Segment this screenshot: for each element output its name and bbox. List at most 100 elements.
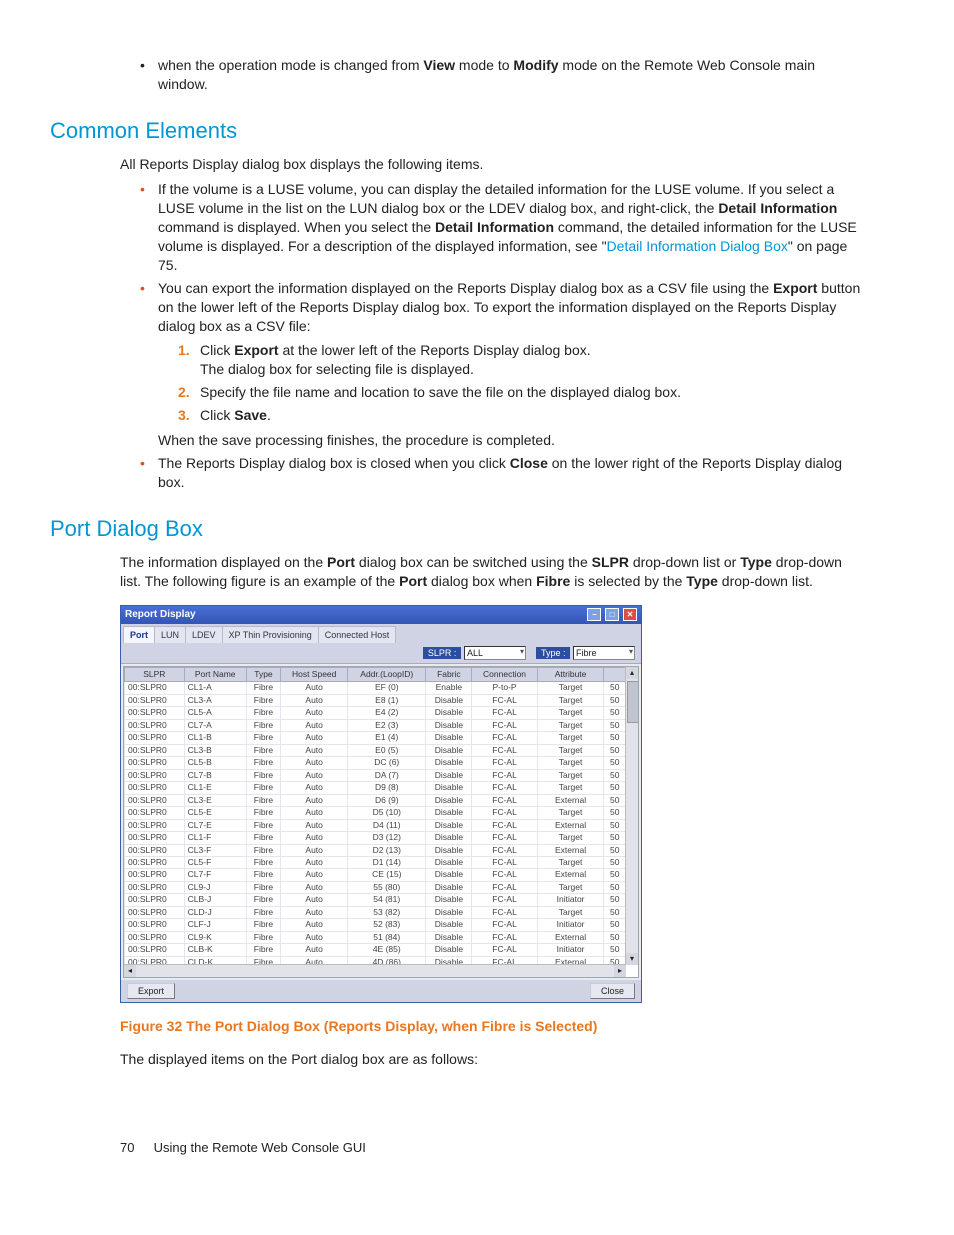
table-row[interactable]: 00:SLPR0CL3-EFibreAutoD6 (9)DisableFC-AL…: [125, 794, 626, 806]
dialog-titlebar[interactable]: Report Display – □ ✕: [121, 606, 641, 624]
cell: E4 (2): [348, 707, 426, 719]
text: Close: [510, 455, 548, 471]
cell: Disable: [426, 819, 472, 831]
cell: Disable: [426, 919, 472, 931]
cell: Fibre: [246, 832, 280, 844]
col-header[interactable]: SLPR: [125, 667, 185, 681]
step-2: Specify the file name and location to sa…: [182, 383, 864, 402]
cell: Disable: [426, 807, 472, 819]
col-header[interactable]: Addr.(LoopID): [348, 667, 426, 681]
scroll-thumb[interactable]: [627, 681, 639, 723]
cell: Disable: [426, 869, 472, 881]
cell: 51 (84): [348, 931, 426, 943]
table-row[interactable]: 00:SLPR0CL7-EFibreAutoD4 (11)DisableFC-A…: [125, 819, 626, 831]
table-row[interactable]: 00:SLPR0CL1-BFibreAutoE1 (4)DisableFC-AL…: [125, 732, 626, 744]
cell: Fibre: [246, 844, 280, 856]
scroll-up-icon[interactable]: ▴: [626, 667, 638, 679]
export-button[interactable]: Export: [127, 983, 175, 999]
cell: Auto: [281, 931, 348, 943]
table-row[interactable]: 00:SLPR0CL1-AFibreAutoEF (0)EnableP-to-P…: [125, 682, 626, 694]
window-control-icons: – □ ✕: [586, 608, 637, 622]
cell: Auto: [281, 832, 348, 844]
table-row[interactable]: 00:SLPR0CL3-AFibreAutoE8 (1)DisableFC-AL…: [125, 694, 626, 706]
col-header[interactable]: Host Speed: [281, 667, 348, 681]
cell: Initiator: [537, 894, 604, 906]
cell: 00:SLPR0: [125, 807, 185, 819]
table-row[interactable]: 00:SLPR0CL9-JFibreAuto55 (80)DisableFC-A…: [125, 881, 626, 893]
scroll-down-icon[interactable]: ▾: [626, 953, 638, 965]
table-row[interactable]: 00:SLPR0CL1-FFibreAutoD3 (12)DisableFC-A…: [125, 832, 626, 844]
cell: CL7-F: [184, 869, 246, 881]
horizontal-scrollbar[interactable]: ◂ ▸: [124, 964, 626, 977]
cell: D6 (9): [348, 794, 426, 806]
slpr-dropdown[interactable]: ALL: [464, 646, 526, 660]
table-row[interactable]: 00:SLPR0CL7-AFibreAutoE2 (3)DisableFC-AL…: [125, 719, 626, 731]
tab-connected-host[interactable]: Connected Host: [318, 626, 397, 643]
table-row[interactable]: 00:SLPR0CL5-FFibreAutoD1 (14)DisableFC-A…: [125, 857, 626, 869]
cell: Target: [537, 757, 604, 769]
col-header[interactable]: Attribute: [537, 667, 604, 681]
cell: 50: [604, 944, 626, 956]
cell: FC-AL: [472, 944, 537, 956]
tab-ldev[interactable]: LDEV: [185, 626, 223, 643]
cell: 00:SLPR0: [125, 694, 185, 706]
type-dropdown[interactable]: Fibre: [573, 646, 635, 660]
table-row[interactable]: 00:SLPR0CLB-KFibreAuto4E (85)DisableFC-A…: [125, 944, 626, 956]
table-row[interactable]: 00:SLPR0CL7-FFibreAutoCE (15)DisableFC-A…: [125, 869, 626, 881]
cell: 50: [604, 719, 626, 731]
close-icon[interactable]: ✕: [623, 608, 637, 621]
tab-xp-thin-provisioning[interactable]: XP Thin Provisioning: [222, 626, 319, 643]
cell: CL5-E: [184, 807, 246, 819]
table-row[interactable]: 00:SLPR0CL1-EFibreAutoD9 (8)DisableFC-AL…: [125, 782, 626, 794]
cell: D9 (8): [348, 782, 426, 794]
grid-wrap: SLPRPort NameTypeHost SpeedAddr.(LoopID)…: [123, 666, 639, 978]
cell: Auto: [281, 769, 348, 781]
minimize-icon[interactable]: –: [587, 608, 601, 621]
text: when the operation mode is changed from: [158, 57, 423, 73]
cell: Target: [537, 719, 604, 731]
col-header[interactable]: Fabric: [426, 667, 472, 681]
cell: 50: [604, 807, 626, 819]
table-row[interactable]: 00:SLPR0CL5-AFibreAutoE4 (2)DisableFC-AL…: [125, 707, 626, 719]
col-header[interactable]: Connection: [472, 667, 537, 681]
col-header[interactable]: Port Name: [184, 667, 246, 681]
cell: Disable: [426, 857, 472, 869]
ce-item-1: If the volume is a LUSE volume, you can …: [144, 180, 864, 274]
cell: 54 (81): [348, 894, 426, 906]
cell: CL3-F: [184, 844, 246, 856]
cell: Target: [537, 732, 604, 744]
vertical-scrollbar[interactable]: ▴ ▾: [625, 667, 638, 965]
tab-lun[interactable]: LUN: [154, 626, 186, 643]
tab-port[interactable]: Port: [123, 626, 155, 643]
table-row[interactable]: 00:SLPR0CL9-KFibreAuto51 (84)DisableFC-A…: [125, 931, 626, 943]
col-header[interactable]: [604, 667, 626, 681]
cell: 50: [604, 694, 626, 706]
col-header[interactable]: Type: [246, 667, 280, 681]
scroll-right-icon[interactable]: ▸: [614, 965, 626, 977]
heading-port-dialog: Port Dialog Box: [50, 514, 864, 544]
cell: Fibre: [246, 931, 280, 943]
text: is selected by the: [570, 573, 686, 589]
table-row[interactable]: 00:SLPR0CL3-BFibreAutoE0 (5)DisableFC-AL…: [125, 744, 626, 756]
table-row[interactable]: 00:SLPR0CL3-FFibreAutoD2 (13)DisableFC-A…: [125, 844, 626, 856]
table-row[interactable]: 00:SLPR0CL5-EFibreAutoD5 (10)DisableFC-A…: [125, 807, 626, 819]
detail-info-link[interactable]: Detail Information Dialog Box: [607, 238, 788, 254]
table-row[interactable]: 00:SLPR0CLB-JFibreAuto54 (81)DisableFC-A…: [125, 894, 626, 906]
cell: Disable: [426, 881, 472, 893]
cell: DA (7): [348, 769, 426, 781]
cell: 00:SLPR0: [125, 844, 185, 856]
close-button[interactable]: Close: [590, 983, 635, 999]
ce-item-2: You can export the information displayed…: [144, 279, 864, 450]
cell: Initiator: [537, 919, 604, 931]
table-row[interactable]: 00:SLPR0CLF-JFibreAuto52 (83)DisableFC-A…: [125, 919, 626, 931]
cell: Target: [537, 694, 604, 706]
port-table[interactable]: SLPRPort NameTypeHost SpeedAddr.(LoopID)…: [124, 667, 626, 978]
cell: CL3-A: [184, 694, 246, 706]
cell: Auto: [281, 782, 348, 794]
maximize-icon[interactable]: □: [605, 608, 619, 621]
table-row[interactable]: 00:SLPR0CL7-BFibreAutoDA (7)DisableFC-AL…: [125, 769, 626, 781]
cell: External: [537, 844, 604, 856]
table-row[interactable]: 00:SLPR0CLD-JFibreAuto53 (82)DisableFC-A…: [125, 906, 626, 918]
table-row[interactable]: 00:SLPR0CL5-BFibreAutoDC (6)DisableFC-AL…: [125, 757, 626, 769]
scroll-left-icon[interactable]: ◂: [124, 965, 136, 977]
